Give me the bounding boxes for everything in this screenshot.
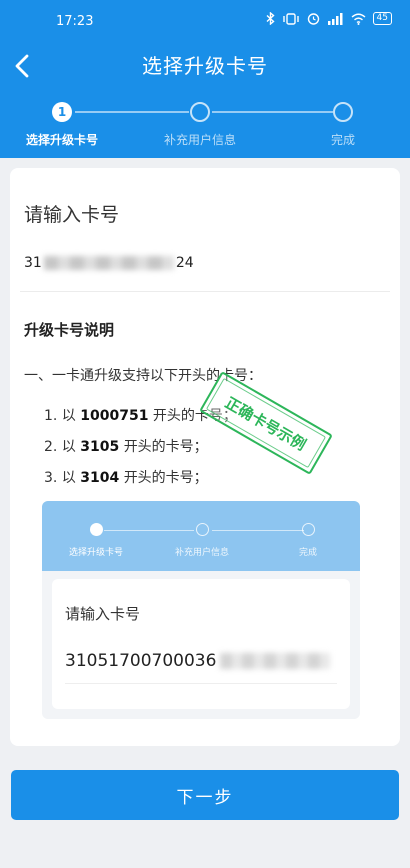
step-3: 完成 xyxy=(288,96,398,148)
step-2-dot xyxy=(190,102,210,122)
example-input-label: 请输入卡号 xyxy=(65,605,141,623)
example-step-2: 补充用户信息 xyxy=(152,501,252,558)
bluetooth-icon xyxy=(266,12,275,25)
card-number-input[interactable]: 31 24 xyxy=(24,255,194,271)
rule-prefix: 1000751 xyxy=(80,408,149,424)
step-1-dot: 1 xyxy=(52,102,72,122)
example-step-2-label: 补充用户信息 xyxy=(174,548,229,558)
card-number-suffix: 24 xyxy=(175,255,194,271)
rule-index: 3. 以 xyxy=(44,470,76,486)
alarm-icon xyxy=(307,13,319,25)
list-item: 3. 以 3104 开头的卡号； xyxy=(44,463,237,494)
card-input-label: 请输入卡号 xyxy=(24,204,120,226)
example-step-1: 选择升级卡号 xyxy=(46,501,146,558)
example-card: 请输入卡号 31051700700036 xyxy=(52,579,350,709)
rule-prefix: 3104 xyxy=(80,470,120,486)
example-step-1-dot xyxy=(89,523,103,536)
divider xyxy=(20,291,390,292)
wifi-icon xyxy=(351,13,365,25)
step-2-label: 补充用户信息 xyxy=(163,133,236,147)
masked-digits xyxy=(43,256,174,270)
example-divider xyxy=(65,683,337,684)
step-3-dot xyxy=(333,102,353,122)
status-icons: 45 xyxy=(266,12,392,25)
rule-index: 1. 以 xyxy=(44,408,76,424)
example-masked-digits xyxy=(220,653,331,669)
vibrate-icon xyxy=(282,12,299,25)
main-card: 请输入卡号 31 24 升级卡号说明 一、一卡通升级支持以下开头的卡号： 1. 以… xyxy=(10,168,400,746)
step-2: 补充用户信息 xyxy=(145,96,255,148)
example-step-2-dot xyxy=(195,523,209,536)
rule-suffix: 开头的卡号； xyxy=(123,470,208,486)
step-1-label: 选择升级卡号 xyxy=(25,133,98,147)
step-3-label: 完成 xyxy=(330,133,355,147)
rule-index: 2. 以 xyxy=(44,439,76,455)
example-header: 选择升级卡号 补充用户信息 完成 xyxy=(42,501,360,571)
status-bar: 17:23 45 xyxy=(0,0,410,40)
example-step-3-dot xyxy=(301,523,315,536)
signal-icon xyxy=(327,12,343,25)
list-item: 2. 以 3105 开头的卡号； xyxy=(44,432,237,463)
progress-steps: 1 选择升级卡号 补充用户信息 完成 xyxy=(0,96,410,156)
battery-icon: 45 xyxy=(372,12,392,25)
nav-bar: 选择升级卡号 xyxy=(0,40,410,92)
example-image: 选择升级卡号 补充用户信息 完成 请输入卡号 31051700700036 xyxy=(42,501,360,719)
example-step-1-label: 选择升级卡号 xyxy=(68,548,123,558)
app-header: 17:23 45 选择升级卡号 1 选择升级卡号 补充用户信息 完成 xyxy=(0,0,410,158)
card-number-prefix: 31 xyxy=(24,255,42,271)
example-card-digits: 31051700700036 xyxy=(65,651,217,671)
rule-prefix: 3105 xyxy=(80,439,120,455)
page-title: 选择升级卡号 xyxy=(142,54,268,78)
status-time: 17:23 xyxy=(56,14,94,29)
example-step-3: 完成 xyxy=(258,501,358,558)
rules-title: 升级卡号说明 xyxy=(24,321,115,339)
example-card-number: 31051700700036 xyxy=(65,651,331,671)
rule-suffix: 开头的卡号； xyxy=(123,439,208,455)
example-step-3-label: 完成 xyxy=(298,548,317,558)
step-1: 1 选择升级卡号 xyxy=(7,96,117,148)
next-step-button[interactable]: 下一步 xyxy=(11,770,399,820)
